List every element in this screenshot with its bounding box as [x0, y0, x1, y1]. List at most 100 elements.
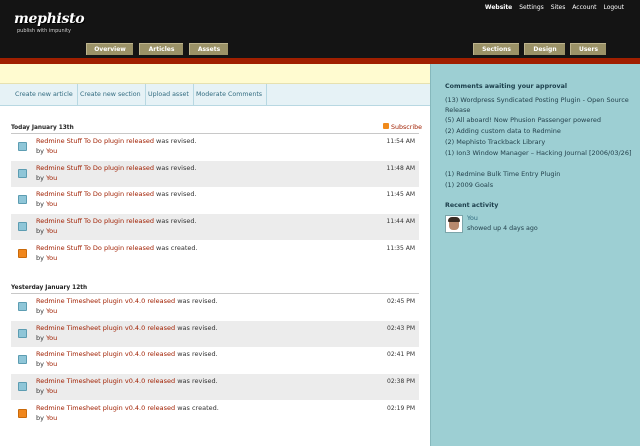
- by-label: by: [36, 333, 44, 342]
- author-link[interactable]: You: [46, 414, 57, 422]
- by-label: by: [36, 200, 44, 209]
- new-article-icon: [18, 248, 27, 258]
- activity-action: was revised.: [156, 190, 197, 199]
- activity-row: Redmine Stuff To Do plugin released was …: [11, 187, 419, 213]
- article-link[interactable]: Redmine Timesheet plugin v0.4.0 released: [36, 404, 175, 412]
- activity-author: by You: [36, 334, 57, 342]
- activity-row: Redmine Timesheet plugin v0.4.0 released…: [11, 320, 419, 347]
- approval-item[interactable]: (1) Ion3 Window Manager – Hacking Journa…: [445, 149, 635, 159]
- activity-row: Redmine Stuff To Do plugin released was …: [11, 241, 419, 267]
- by-label: by: [36, 413, 44, 422]
- edit-icon: [18, 382, 27, 392]
- rss-icon: [383, 123, 389, 129]
- top-link-website[interactable]: Website: [485, 4, 512, 11]
- activity-title: Redmine Stuff To Do plugin released was …: [36, 217, 197, 225]
- by-label: by: [36, 387, 44, 396]
- author-link[interactable]: You: [46, 147, 57, 155]
- author-link[interactable]: You: [46, 254, 57, 262]
- approval-title: All aboard! Now Phusion Passenger powere…: [456, 116, 602, 124]
- comment-count: (1): [445, 181, 455, 189]
- approval-item[interactable]: (2) Mephisto Trackback Library: [445, 138, 635, 148]
- top-link-sites[interactable]: Sites: [551, 4, 566, 11]
- tab-articles[interactable]: Articles: [139, 43, 183, 55]
- tab-design[interactable]: Design: [524, 43, 565, 55]
- approval-item[interactable]: (13) Wordpress Syndicated Posting Plugin…: [445, 96, 635, 115]
- tab-users[interactable]: Users: [570, 43, 606, 55]
- author-link[interactable]: You: [46, 307, 57, 315]
- activity-author: by You: [36, 200, 57, 208]
- article-link[interactable]: Redmine Timesheet plugin v0.4.0 released: [36, 297, 175, 305]
- activity-time: 02:43 PM: [387, 324, 415, 332]
- tab-assets[interactable]: Assets: [189, 43, 228, 55]
- article-link[interactable]: Redmine Stuff To Do plugin released: [36, 137, 154, 145]
- article-link[interactable]: Redmine Timesheet plugin v0.4.0 released: [36, 350, 175, 358]
- avatar: [445, 215, 463, 233]
- activity-title: Redmine Stuff To Do plugin released was …: [36, 244, 198, 252]
- article-link[interactable]: Redmine Stuff To Do plugin released: [36, 190, 154, 198]
- header: mephisto publish with impunity Website S…: [0, 0, 640, 58]
- author-link[interactable]: You: [46, 227, 57, 235]
- activity-action: was revised.: [156, 163, 197, 172]
- top-link-account[interactable]: Account: [572, 4, 596, 11]
- article-link[interactable]: Redmine Stuff To Do plugin released: [36, 217, 154, 225]
- upload-asset-link[interactable]: Upload asset: [144, 84, 194, 106]
- activity-row: Redmine Stuff To Do plugin released was …: [11, 134, 419, 160]
- by-label: by: [36, 253, 44, 262]
- activity-action: was created.: [156, 243, 198, 252]
- activity-author: by You: [36, 307, 57, 315]
- activity-time: 11:45 AM: [386, 191, 415, 199]
- activity-author: by You: [36, 147, 57, 155]
- activity-action: was revised.: [156, 217, 197, 226]
- approval-title: 2009 Goals: [456, 181, 494, 189]
- by-label: by: [36, 360, 44, 369]
- top-link-settings[interactable]: Settings: [519, 4, 544, 11]
- edit-icon: [18, 328, 27, 338]
- activity-time: 11:48 AM: [386, 164, 415, 172]
- comment-count: (2): [445, 127, 455, 135]
- create-article-link[interactable]: Create new article: [11, 84, 78, 106]
- article-link[interactable]: Redmine Stuff To Do plugin released: [36, 244, 154, 252]
- activity-title: Redmine Timesheet plugin v0.4.0 released…: [36, 324, 218, 332]
- activity-row: Redmine Stuff To Do plugin released was …: [11, 214, 419, 241]
- edit-icon: [18, 142, 27, 151]
- approval-item[interactable]: (5) All aboard! Now Phusion Passenger po…: [445, 116, 635, 126]
- approval-item[interactable]: (1) 2009 Goals: [445, 181, 635, 191]
- activity-title: Redmine Timesheet plugin v0.4.0 released…: [36, 297, 218, 305]
- tab-overview[interactable]: Overview: [86, 43, 133, 55]
- activity-author: by You: [36, 254, 57, 262]
- approval-item[interactable]: (1) Redmine Bulk Time Entry Plugin: [445, 170, 635, 180]
- author-link[interactable]: You: [46, 200, 57, 208]
- activity-author: by You: [36, 174, 57, 182]
- author-link[interactable]: You: [46, 334, 57, 342]
- tab-sections[interactable]: Sections: [473, 43, 519, 55]
- activity-title: Redmine Timesheet plugin v0.4.0 released…: [36, 350, 218, 358]
- subscribe-label: Subscribe: [391, 124, 422, 131]
- day-heading: Today January 13th: [11, 125, 74, 131]
- recent-activity-user[interactable]: You: [467, 215, 478, 222]
- article-link[interactable]: Redmine Timesheet plugin v0.4.0 released: [36, 324, 175, 332]
- top-link-logout[interactable]: Logout: [603, 4, 624, 11]
- author-link[interactable]: You: [46, 387, 57, 395]
- comment-count: (13): [445, 96, 459, 104]
- activity-author: by You: [36, 414, 57, 422]
- moderate-comments-link[interactable]: Moderate Comments: [192, 84, 268, 106]
- edit-icon: [18, 195, 27, 205]
- sub-navigation: Create new article Create new section Up…: [0, 84, 430, 106]
- by-label: by: [36, 173, 44, 182]
- logo-tagline: publish with impunity: [17, 28, 71, 34]
- sidebar: Comments awaiting your approval (13) Wor…: [430, 64, 640, 446]
- logo[interactable]: mephisto: [14, 11, 85, 27]
- article-link[interactable]: Redmine Timesheet plugin v0.4.0 released: [36, 377, 175, 385]
- activity-time: 11:35 AM: [386, 244, 415, 252]
- activity-time: 02:45 PM: [387, 298, 415, 305]
- approval-title: Ion3 Window Manager – Hacking Journal [2…: [456, 149, 632, 157]
- create-section-link[interactable]: Create new section: [76, 84, 146, 106]
- activity-action: was revised.: [156, 137, 197, 145]
- article-link[interactable]: Redmine Stuff To Do plugin released: [36, 164, 154, 172]
- author-link[interactable]: You: [46, 360, 57, 368]
- by-label: by: [36, 227, 44, 236]
- approval-heading: Comments awaiting your approval: [445, 83, 568, 90]
- author-link[interactable]: You: [46, 174, 57, 182]
- approval-item[interactable]: (2) Adding custom data to Redmine: [445, 127, 635, 137]
- subscribe-link[interactable]: Subscribe: [383, 123, 422, 131]
